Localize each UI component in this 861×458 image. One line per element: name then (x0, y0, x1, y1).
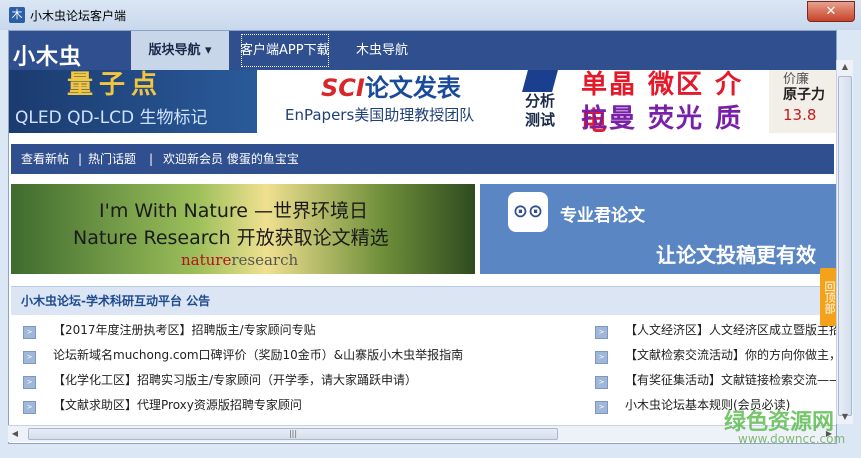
divider: | (149, 152, 154, 166)
sci-label: SCI (321, 74, 365, 102)
banner-price: 13.8 (783, 106, 817, 124)
notice-link[interactable]: 论坛新域名muchong.com口碑评价（奖励10金币）&山寨版小木虫举报指南 (53, 346, 463, 363)
bullet-arrow-icon: > (595, 351, 608, 364)
scroll-down-arrow-icon[interactable]: ▼ (838, 410, 852, 424)
title-bar: 木 小木虫论坛客户端 ✕ (0, 0, 861, 30)
link-new-posts[interactable]: 查看新帖 (21, 144, 69, 174)
ad-nature[interactable]: I'm With Nature —世界环境日 Nature Research 开… (11, 184, 475, 274)
banner-subtitle: EnPapers美国助理教授团队 (285, 106, 475, 124)
ad-line-1: I'm With Nature —世界环境日 (99, 200, 369, 222)
ad-title: 专业君论文 (560, 206, 645, 226)
owl-glasses-icon: ⊙⊙ (508, 192, 548, 232)
close-button[interactable]: ✕ (807, 1, 855, 22)
app-icon: 木 (9, 7, 25, 23)
list-item[interactable]: > 【文献检索交流活动】你的方向你做主， (595, 346, 836, 366)
bullet-arrow-icon: > (23, 326, 36, 339)
banner-title: 量子点 (67, 70, 164, 100)
notice-link[interactable]: 【有奖征集活动】文献链接检索交流—— (625, 371, 836, 388)
scroll-up-arrow-icon[interactable]: ▲ (838, 60, 852, 74)
ad-slogan: 让论文投稿更有效 (656, 243, 816, 267)
banner-sci[interactable]: SCI论文发表 EnPapers美国助理教授团队 (269, 70, 513, 133)
bullet-arrow-icon: > (23, 351, 36, 364)
app-window: 木 小木虫论坛客户端 ✕ 小木虫 版块导航 ▾ 客户端APP下载 木虫导航 量子… (0, 0, 861, 458)
banner-row-2: 拉曼 荧光 质谱 (581, 104, 744, 133)
list-item[interactable]: > 【有奖征集活动】文献链接检索交流—— (595, 371, 836, 391)
horizontal-scrollbar[interactable]: ◀ ||| ▶ (8, 425, 836, 442)
notice-link[interactable]: 【2017年度注册执考区】招聘版主/专家顾问专贴 (53, 321, 316, 338)
notice-link[interactable]: 【文献求助区】代理Proxy资源版招聘专家顾问 (53, 396, 302, 413)
brand-nature: nature (181, 251, 232, 269)
banner-analysis[interactable]: 分析测试 单晶 微区 介电 拉曼 荧光 质谱 (515, 70, 767, 133)
link-hot-topics[interactable]: 热门话题 (88, 144, 136, 174)
scroll-left-arrow-icon[interactable]: ◀ (8, 427, 22, 441)
banner-title-text: 论文发表 (364, 74, 461, 102)
welcome-text: 欢迎新会员 傻蛋的鱼宝宝 (163, 152, 299, 166)
banner-afm[interactable]: 价廉 原子力 13.8 (769, 70, 836, 133)
bullet-arrow-icon: > (23, 376, 36, 389)
notice-link[interactable]: 【文献检索交流活动】你的方向你做主， (625, 346, 836, 363)
banner-line-2: 原子力 (783, 87, 825, 103)
banner-side-label: 分析测试 (525, 92, 556, 129)
divider: | (78, 152, 83, 166)
content-area: 小木虫 版块导航 ▾ 客户端APP下载 木虫导航 量子点 QLED QD-LCD… (8, 30, 837, 444)
banner-subtitle: QLED QD-LCD 生物标记 (15, 108, 208, 128)
back-to-top-button[interactable]: 回顶部 (820, 268, 836, 326)
quick-links-bar: 查看新帖 | 热门话题 | 欢迎新会员 傻蛋的鱼宝宝 (11, 144, 834, 174)
notice-link[interactable]: 【人文经济区】人文经济区成立暨版主招 (625, 321, 836, 338)
bullet-arrow-icon: > (595, 376, 608, 389)
banner-title: SCI论文发表 (321, 70, 461, 103)
notice-link[interactable]: 【化学化工区】招聘实习版主/专家顾问（开学季，请大家踊跃申请） (53, 371, 417, 388)
ad-paper-service[interactable]: ⊙⊙ 专业君论文 让论文投稿更有效 (480, 184, 836, 274)
bullet-arrow-icon: > (23, 401, 36, 414)
banner-quantum-dot[interactable]: 量子点 QLED QD-LCD 生物标记 (9, 70, 257, 133)
ad-line-2: Nature Research 开放获取论文精选 (73, 227, 389, 249)
nature-research-logo: natureresearch (181, 251, 298, 269)
nav-app-download[interactable]: 客户端APP下载 (238, 31, 332, 70)
window-title: 小木虫论坛客户端 (30, 9, 127, 23)
brand-research: research (231, 251, 299, 269)
notice-header: 小木虫论坛-学术科研互动平台 公告 (11, 286, 834, 315)
bullet-arrow-icon: > (595, 326, 608, 339)
nav-muchong-guide[interactable]: 木虫导航 (356, 31, 408, 70)
vertical-scrollbar[interactable]: ▲ ▼ (836, 60, 853, 424)
vertical-scroll-thumb[interactable] (838, 76, 852, 416)
top-nav: 小木虫 版块导航 ▾ 客户端APP下载 木虫导航 (9, 31, 836, 70)
watermark-url: www.downcc.com (738, 432, 846, 446)
site-logo[interactable]: 小木虫 (13, 39, 82, 71)
horizontal-scroll-thumb[interactable]: ||| (28, 428, 558, 440)
analysis-logo-icon (522, 70, 558, 92)
list-item[interactable]: > 【人文经济区】人文经济区成立暨版主招 (595, 321, 836, 341)
bullet-arrow-icon: > (595, 401, 608, 414)
notice-title: 小木虫论坛-学术科研互动平台 公告 (21, 294, 211, 308)
tab-board-nav[interactable]: 版块导航 ▾ (131, 31, 229, 70)
